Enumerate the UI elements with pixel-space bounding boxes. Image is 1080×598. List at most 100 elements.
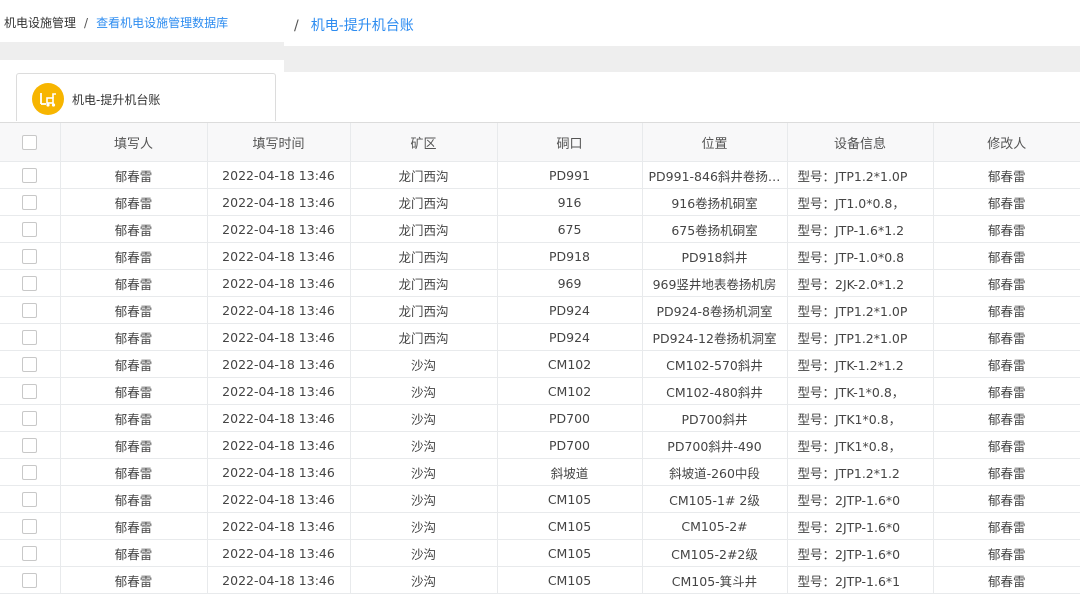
row-select-cell xyxy=(0,161,61,189)
filler-cell: 郁春雷 xyxy=(60,296,208,324)
column-header[interactable]: 位置 xyxy=(642,123,788,162)
table-row[interactable]: 郁春雷 2022-04-18 13:46 龙门西沟 PD991 PD991-846斜井卷… xyxy=(0,161,1080,189)
filler-cell: 郁春雷 xyxy=(60,242,208,270)
table-row[interactable]: 郁春雷 2022-04-18 13:46 沙沟 CM105 CM105-2# 型号：2JT… xyxy=(0,512,1080,540)
row-select-cell xyxy=(0,242,61,270)
table-row[interactable]: 郁春雷 2022-04-18 13:46 沙沟 PD700 PD700斜井 型号：JTK1… xyxy=(0,404,1080,432)
location-cell: PD924-12卷扬机洞室 xyxy=(642,323,788,351)
column-header[interactable]: 设备信息 xyxy=(787,123,934,162)
table-row[interactable]: 郁春雷 2022-04-18 13:46 沙沟 CM102 CM102-570斜井 型号：… xyxy=(0,350,1080,378)
modifier-cell: 郁春雷 xyxy=(933,161,1080,189)
page-breadcrumb: / 机电-提升机台账 xyxy=(284,0,1080,46)
table-row[interactable]: 郁春雷 2022-04-18 13:46 龙门西沟 969 969竖井地表卷扬机房 型号：… xyxy=(0,269,1080,297)
table-row[interactable]: 郁春雷 2022-04-18 13:46 龙门西沟 PD918 PD918斜井 型号：JT… xyxy=(0,242,1080,270)
modifier-cell: 郁春雷 xyxy=(933,269,1080,297)
row-checkbox[interactable] xyxy=(22,357,38,372)
row-checkbox[interactable] xyxy=(22,330,38,345)
row-checkbox[interactable] xyxy=(22,222,38,237)
row-checkbox[interactable] xyxy=(22,438,38,453)
location-cell: PD700斜井 xyxy=(642,404,788,432)
column-header[interactable]: 修改人 xyxy=(933,123,1080,162)
modifier-cell: 郁春雷 xyxy=(933,512,1080,540)
row-checkbox[interactable] xyxy=(22,465,38,480)
modifier-cell: 郁春雷 xyxy=(933,431,1080,459)
location-cell: CM102-480斜井 xyxy=(642,377,788,405)
filler-cell: 郁春雷 xyxy=(60,377,208,405)
row-checkbox[interactable] xyxy=(22,492,38,507)
tab-hoist-ledger[interactable]: 机电-提升机台账 xyxy=(16,73,276,121)
adit-cell: CM105 xyxy=(497,485,643,513)
row-checkbox[interactable] xyxy=(22,384,38,399)
filler-cell: 郁春雷 xyxy=(60,512,208,540)
location-cell: 675卷扬机硐室 xyxy=(642,215,788,243)
row-checkbox[interactable] xyxy=(22,276,38,291)
fill-time-cell: 2022-04-18 13:46 xyxy=(207,323,351,351)
filler-cell: 郁春雷 xyxy=(60,485,208,513)
equipment-info-cell: 型号：JTP1.2*1.0P xyxy=(787,296,934,324)
equipment-info-cell: 型号：2JK-2.0*1.2 xyxy=(787,269,934,297)
adit-cell: 969 xyxy=(497,269,643,297)
page-title[interactable]: 机电-提升机台账 xyxy=(311,18,414,34)
mine-area-cell: 龙门西沟 xyxy=(350,188,498,216)
breadcrumb-root[interactable]: 机电设施管理 xyxy=(4,16,76,30)
filler-cell: 郁春雷 xyxy=(60,323,208,351)
select-all-checkbox[interactable] xyxy=(22,134,38,150)
row-checkbox[interactable] xyxy=(22,573,38,588)
adit-cell: 斜坡道 xyxy=(497,458,643,486)
column-header[interactable]: 填写人 xyxy=(60,123,208,162)
table-row[interactable]: 郁春雷 2022-04-18 13:46 龙门西沟 PD924 PD924-12卷扬机洞… xyxy=(0,323,1080,351)
equipment-info-cell: 型号：JTP1.2*1.0P xyxy=(787,323,934,351)
table-row[interactable]: 郁春雷 2022-04-18 13:46 龙门西沟 675 675卷扬机硐室 型号：JTP… xyxy=(0,215,1080,243)
filler-cell: 郁春雷 xyxy=(60,269,208,297)
equipment-info-cell: 型号：2JTP-1.6*0 xyxy=(787,539,934,567)
row-select-cell xyxy=(0,458,61,486)
location-cell: PD700斜井-490 xyxy=(642,431,788,459)
location-cell: CM105-2# xyxy=(642,512,788,540)
breadcrumb: 机电设施管理 / 查看机电设施管理数据库 xyxy=(0,0,284,42)
table-row[interactable]: 郁春雷 2022-04-18 13:46 沙沟 CM105 CM105-1# 2级 型号：… xyxy=(0,485,1080,513)
table-row[interactable]: 郁春雷 2022-04-18 13:46 沙沟 斜坡道 斜坡道-260中段 型号：JTP1… xyxy=(0,458,1080,486)
filler-cell: 郁春雷 xyxy=(60,566,208,594)
row-checkbox[interactable] xyxy=(22,546,38,561)
data-table: 填写人 填写时间 矿区 硐口 位置 设备信息 修改人 郁春雷 2022-04-18… xyxy=(0,122,1080,598)
row-checkbox[interactable] xyxy=(22,411,38,426)
column-header[interactable]: 填写时间 xyxy=(207,123,351,162)
row-checkbox[interactable] xyxy=(22,303,38,318)
mine-area-cell: 龙门西沟 xyxy=(350,161,498,189)
row-checkbox[interactable] xyxy=(22,249,38,264)
fill-time-cell: 2022-04-18 13:46 xyxy=(207,188,351,216)
column-header[interactable]: 矿区 xyxy=(350,123,498,162)
breadcrumb-current-link[interactable]: 查看机电设施管理数据库 xyxy=(96,16,228,30)
table-row[interactable]: 郁春雷 2022-04-18 13:46 沙沟 CM102 CM102-480斜井 型号：… xyxy=(0,377,1080,405)
row-checkbox[interactable] xyxy=(22,519,38,534)
column-header[interactable]: 硐口 xyxy=(497,123,643,162)
equipment-info-cell: 型号：JTP1.2*1.0P xyxy=(787,161,934,189)
location-cell: CM105-箕斗井 xyxy=(642,566,788,594)
table-row[interactable]: 郁春雷 2022-04-18 13:46 沙沟 CM105 CM105-箕斗井 型号：2J… xyxy=(0,566,1080,594)
table-row[interactable]: 郁春雷 2022-04-18 13:46 沙沟 PD700 PD700斜井-490 型号：… xyxy=(0,431,1080,459)
table-header-row: 填写人 填写时间 矿区 硐口 位置 设备信息 修改人 xyxy=(0,123,1080,162)
adit-cell: PD991 xyxy=(497,161,643,189)
equipment-info-cell: 型号：JTK1*0.8， xyxy=(787,431,934,459)
modifier-cell: 郁春雷 xyxy=(933,296,1080,324)
row-select-cell xyxy=(0,512,61,540)
page-breadcrumb-separator: / xyxy=(294,18,299,34)
row-checkbox[interactable] xyxy=(22,195,38,210)
mine-area-cell: 龙门西沟 xyxy=(350,296,498,324)
equipment-info-cell: 型号：2JTP-1.6*1 xyxy=(787,566,934,594)
adit-cell: CM102 xyxy=(497,377,643,405)
table-row[interactable]: 郁春雷 2022-04-18 13:46 龙门西沟 916 916卷扬机硐室 型号：JT1… xyxy=(0,188,1080,216)
table-row[interactable]: 郁春雷 2022-04-18 13:46 龙门西沟 PD924 PD924-8卷扬机洞室… xyxy=(0,296,1080,324)
modifier-cell: 郁春雷 xyxy=(933,377,1080,405)
table-row[interactable]: 郁春雷 2022-04-18 13:46 沙沟 CM105 CM105-2#2级 型号：2… xyxy=(0,539,1080,567)
row-select-cell xyxy=(0,188,61,216)
fill-time-cell: 2022-04-18 13:46 xyxy=(207,404,351,432)
forklift-icon xyxy=(32,83,64,115)
filler-cell: 郁春雷 xyxy=(60,458,208,486)
row-checkbox[interactable] xyxy=(22,168,38,183)
filler-cell: 郁春雷 xyxy=(60,404,208,432)
equipment-info-cell: 型号：JTP1.2*1.2 xyxy=(787,458,934,486)
fill-time-cell: 2022-04-18 13:46 xyxy=(207,269,351,297)
fill-time-cell: 2022-04-18 13:46 xyxy=(207,431,351,459)
modifier-cell: 郁春雷 xyxy=(933,539,1080,567)
